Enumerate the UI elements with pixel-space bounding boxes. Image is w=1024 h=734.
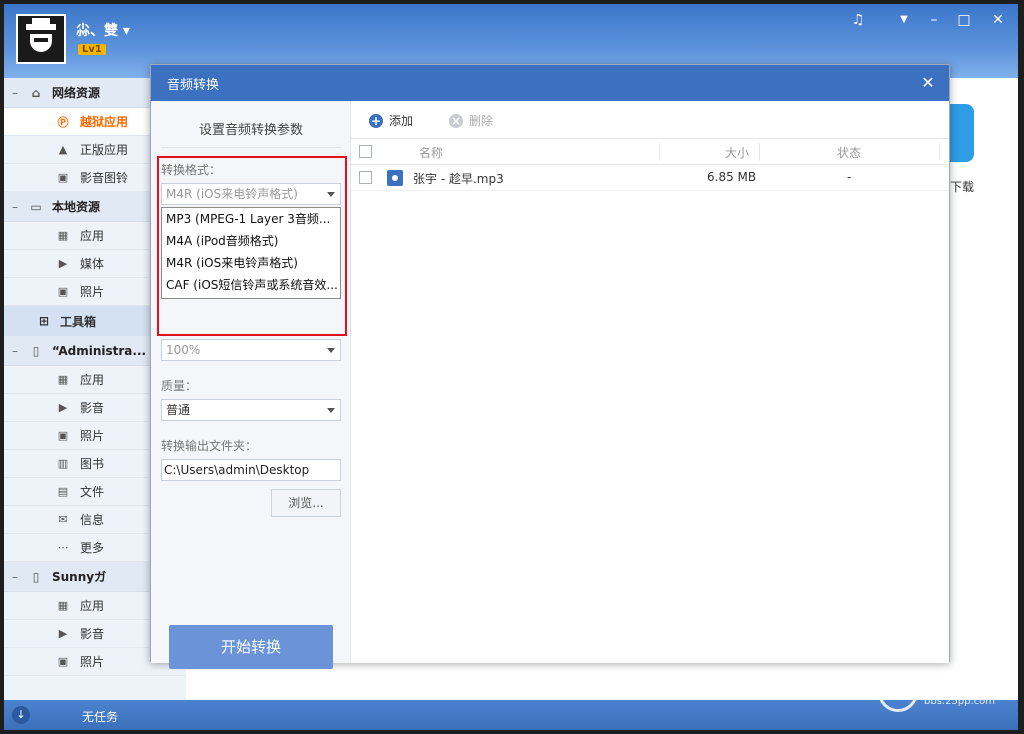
file-list-panel: + 添加 × 删除 名称 大小 状态 张宇 - 趁早.mp3 6.85 MB - xyxy=(351,101,949,663)
collapse-icon[interactable]: – xyxy=(4,200,26,214)
dialog-title-bar: 音频转换 ✕ xyxy=(151,65,949,101)
download-arrow-icon[interactable]: ↓ xyxy=(12,706,30,724)
app-store-icon: ▲ xyxy=(58,143,68,156)
add-button[interactable]: + 添加 xyxy=(369,112,413,129)
volume-select[interactable]: 100% xyxy=(161,339,341,361)
collapse-icon[interactable]: – xyxy=(4,86,26,100)
more-icon: ⋯ xyxy=(57,541,69,554)
username-menu[interactable]: 尛、雙 ▾ xyxy=(76,20,130,40)
phone-icon: ▯ xyxy=(32,343,40,358)
collapse-icon[interactable]: – xyxy=(4,570,26,584)
highlight-box xyxy=(157,156,347,336)
settings-heading: 设置音频转换参数 xyxy=(198,123,303,138)
music-icon[interactable]: ♫ xyxy=(848,12,868,28)
row-checkbox[interactable] xyxy=(359,171,372,184)
close-window-icon[interactable]: ✕ xyxy=(988,12,1008,28)
message-icon: ✉ xyxy=(58,513,68,526)
video-icon: ▶ xyxy=(58,257,68,270)
video-icon: ▶ xyxy=(58,627,68,640)
book-icon: ▥ xyxy=(57,457,69,470)
dialog-title: 音频转换 xyxy=(167,77,220,93)
table-row[interactable]: 张宇 - 趁早.mp3 6.85 MB - xyxy=(351,165,949,191)
file-status: - xyxy=(847,170,852,184)
download-label: 下载 xyxy=(950,180,975,194)
home-icon: ⌂ xyxy=(31,85,41,100)
column-size: 大小 xyxy=(725,146,750,160)
delete-icon: × xyxy=(449,113,463,128)
file-toolbar: + 添加 × 删除 xyxy=(351,101,949,139)
output-folder-label: 转换输出文件夹： xyxy=(161,439,258,453)
phone-icon: ▯ xyxy=(32,569,40,584)
output-folder-input[interactable]: C:\Users\admin\Desktop xyxy=(161,459,341,481)
start-convert-button[interactable]: 开始转换 xyxy=(169,625,333,669)
audio-convert-dialog: 音频转换 ✕ 设置音频转换参数 转换格式： M4R (iOS来电铃声格式) MP… xyxy=(150,64,950,669)
photo-icon: ▣ xyxy=(57,285,69,298)
quality-label: 质量： xyxy=(161,379,198,393)
file-name: 张宇 - 趁早.mp3 xyxy=(413,172,504,186)
add-icon: + xyxy=(369,113,383,128)
video-icon: ▶ xyxy=(58,401,68,414)
quality-select[interactable]: 普通 xyxy=(161,399,341,421)
divider xyxy=(161,147,341,148)
chevron-down-icon xyxy=(327,408,335,413)
grid-icon: ▦ xyxy=(57,229,69,242)
photo-icon: ▣ xyxy=(57,655,69,668)
pp-logo-icon xyxy=(878,672,918,712)
menu-dropdown-icon[interactable]: ▼ xyxy=(894,14,914,25)
column-status: 状态 xyxy=(837,146,862,160)
settings-panel: 设置音频转换参数 转换格式： M4R (iOS来电铃声格式) MP3 (MPEG… xyxy=(151,101,351,669)
pp-icon: Ⓟ xyxy=(57,115,69,129)
file-icon: ▤ xyxy=(57,485,69,498)
monitor-icon: ▭ xyxy=(30,199,42,214)
minimize-icon[interactable]: – xyxy=(924,12,944,28)
delete-button[interactable]: × 删除 xyxy=(449,112,493,129)
level-badge: Lv1 xyxy=(78,44,106,55)
user-avatar[interactable] xyxy=(16,14,66,64)
grid-icon: ▦ xyxy=(57,373,69,386)
collapse-icon[interactable]: – xyxy=(4,344,26,358)
toolbox-icon: ⊞ xyxy=(38,314,50,328)
select-all-checkbox[interactable] xyxy=(359,145,372,158)
watermark-url: bbs.25pp.com xyxy=(924,696,996,707)
close-icon[interactable]: ✕ xyxy=(919,73,937,92)
browse-button[interactable]: 浏览... xyxy=(271,489,341,517)
image-icon: ▣ xyxy=(57,171,69,184)
file-size: 6.85 MB xyxy=(707,170,757,184)
status-bar: ↓ 无任务 xyxy=(4,700,1018,730)
photo-icon: ▣ xyxy=(57,429,69,442)
chevron-down-icon xyxy=(327,348,335,353)
audio-file-icon xyxy=(387,170,403,186)
task-status: 无任务 xyxy=(82,710,119,724)
maximize-icon[interactable]: □ xyxy=(954,12,974,28)
file-table-header: 名称 大小 状态 xyxy=(351,139,949,165)
column-name: 名称 xyxy=(419,146,444,160)
grid-icon: ▦ xyxy=(57,599,69,612)
